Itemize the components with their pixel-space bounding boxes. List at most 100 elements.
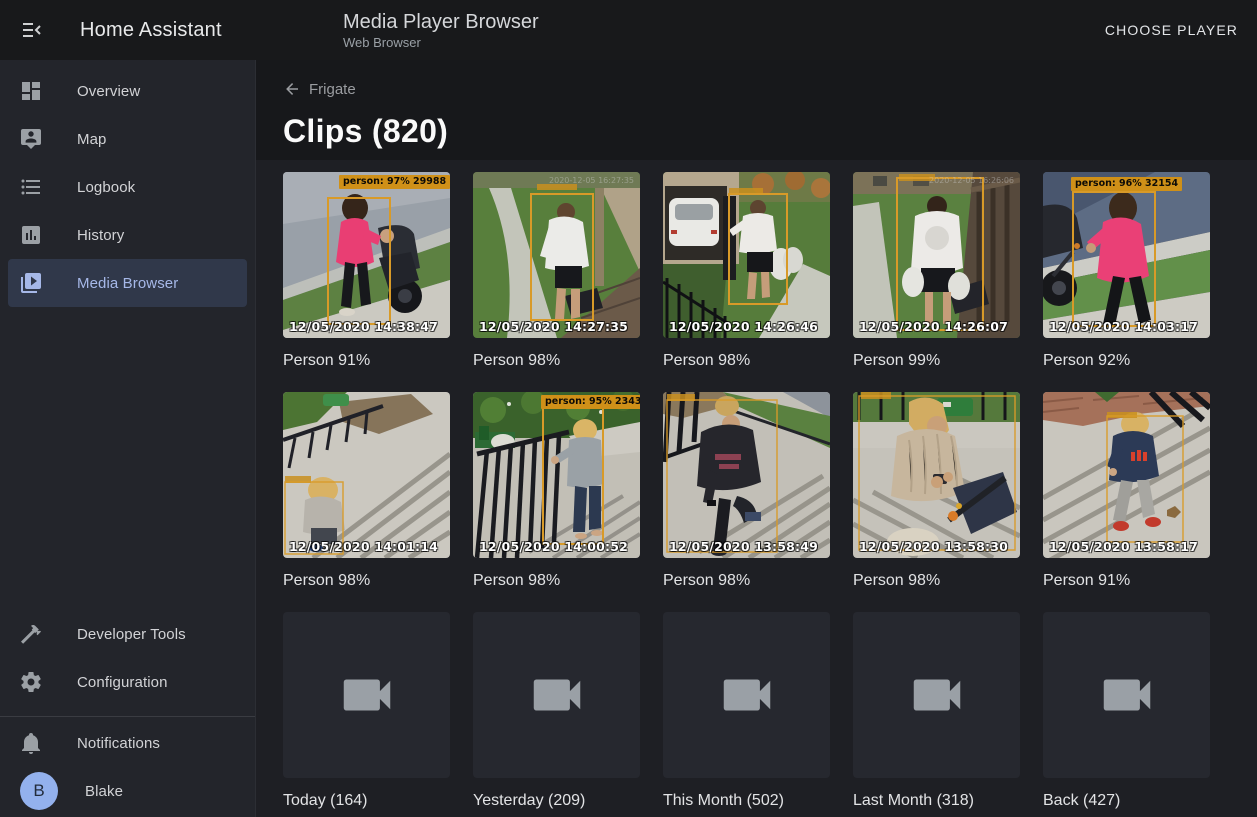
folder-thumbnail [473, 612, 640, 778]
avatar: B [20, 772, 58, 810]
folder-thumbnail [853, 612, 1020, 778]
clip-thumbnail: 12/05/2020 13:58:17 [1043, 392, 1210, 558]
folder-caption: Back (427) [1043, 791, 1210, 810]
folder-thumbnail [1043, 612, 1210, 778]
clip-scene-image [1043, 172, 1210, 338]
media-browser-header: Frigate Clips (820) [256, 60, 1257, 160]
folder-card-last-month[interactable]: Last Month (318) [853, 612, 1020, 810]
clips-grid: person: 97% 29988 12/05/2020 14:38:47 Pe… [256, 160, 1257, 810]
folder-card-back[interactable]: Back (427) [1043, 612, 1210, 810]
clip-caption: Person 98% [473, 571, 640, 590]
folder-caption: Yesterday (209) [473, 791, 640, 810]
camera-osd-text: 2020-12-05 16:27:35 [549, 176, 634, 185]
video-icon [526, 664, 588, 726]
clip-thumbnail: 2020-12-05 16:26:06 12/05/2020 14:26:07 [853, 172, 1020, 338]
folder-card-this-month[interactable]: This Month (502) [663, 612, 830, 810]
clip-timestamp: 12/05/2020 13:58:30 [859, 539, 1008, 554]
video-icon [906, 664, 968, 726]
gear-icon [19, 670, 43, 694]
clip-scene-image [1043, 392, 1210, 558]
app-header: Home Assistant Media Player Browser Web … [0, 0, 1257, 60]
clip-caption: Person 98% [663, 351, 830, 370]
clip-timestamp: 12/05/2020 14:00:52 [479, 539, 628, 554]
menu-open-icon[interactable] [20, 18, 44, 42]
clip-thumbnail: person: 97% 29988 12/05/2020 14:38:47 [283, 172, 450, 338]
sidebar-item-map[interactable]: Map [8, 115, 247, 163]
clip-scene-image [283, 172, 450, 338]
clip-card[interactable]: 12/05/2020 13:58:30 Person 98% [853, 392, 1020, 590]
panel-title-block: Media Player Browser Web Browser [343, 10, 539, 51]
sidebar-item-configuration[interactable]: Configuration [8, 658, 247, 706]
account-tooltip-icon [19, 127, 43, 151]
sidebar-item-media-browser[interactable]: Media Browser [8, 259, 247, 307]
folder-caption: Last Month (318) [853, 791, 1020, 810]
list-icon [19, 175, 43, 199]
clip-card[interactable]: person: 96% 32154 12/05/2020 14:03:17 Pe… [1043, 172, 1210, 370]
clip-thumbnail: 12/05/2020 14:26:46 [663, 172, 830, 338]
breadcrumb-label: Frigate [309, 81, 356, 98]
sidebar-item-history[interactable]: History [8, 211, 247, 259]
clip-scene-image [473, 392, 640, 558]
folder-caption: This Month (502) [663, 791, 830, 810]
media-browser-panel: Frigate Clips (820) [256, 60, 1257, 817]
clip-card[interactable]: 2020-12-05 16:26:06 12/05/2020 14:26:07 … [853, 172, 1020, 370]
panel-subtitle: Web Browser [343, 34, 539, 51]
clip-timestamp: 12/05/2020 14:03:17 [1049, 319, 1198, 334]
home-assistant-app: Home Assistant Media Player Browser Web … [0, 0, 1257, 817]
clip-card[interactable]: 2020-12-05 16:27:35 12/05/2020 14:27:35 … [473, 172, 640, 370]
folder-thumbnail [663, 612, 830, 778]
clip-card[interactable]: 12/05/2020 13:58:49 Person 98% [663, 392, 830, 590]
sidebar-item-logbook[interactable]: Logbook [8, 163, 247, 211]
breadcrumb-back[interactable]: Frigate [283, 80, 356, 98]
dashboard-icon [19, 79, 43, 103]
clip-card[interactable]: person: 97% 29988 12/05/2020 14:38:47 Pe… [283, 172, 450, 370]
clip-caption: Person 99% [853, 351, 1020, 370]
folder-thumbnail [283, 612, 450, 778]
clip-caption: Person 91% [1043, 571, 1210, 590]
panel-title: Media Player Browser [343, 10, 539, 34]
page-title: Clips (820) [283, 113, 1257, 150]
bell-icon [19, 731, 43, 755]
clip-caption: Person 91% [283, 351, 450, 370]
clip-scene-image [853, 172, 1020, 338]
clip-thumbnail: 2020-12-05 16:27:35 12/05/2020 14:27:35 [473, 172, 640, 338]
clip-card[interactable]: 12/05/2020 14:26:46 Person 98% [663, 172, 830, 370]
video-icon [1096, 664, 1158, 726]
clip-caption: Person 98% [473, 351, 640, 370]
clip-timestamp: 12/05/2020 13:58:49 [669, 539, 818, 554]
clip-thumbnail: person: 95% 23432 12/05/2020 14:00:52 [473, 392, 640, 558]
video-icon [716, 664, 778, 726]
clip-timestamp: 12/05/2020 14:26:07 [859, 319, 1008, 334]
clip-timestamp: 12/05/2020 14:38:47 [289, 319, 438, 334]
detection-label: person: 96% 32154 [1071, 177, 1182, 191]
clip-timestamp: 12/05/2020 14:27:35 [479, 319, 628, 334]
clip-caption: Person 98% [853, 571, 1020, 590]
folder-card-yesterday[interactable]: Yesterday (209) [473, 612, 640, 810]
sidebar-item-user[interactable]: B Blake [8, 767, 247, 815]
clip-timestamp: 12/05/2020 14:01:14 [289, 539, 438, 554]
sidebar: Overview Map Logbook History [0, 60, 256, 817]
sidebar-item-overview[interactable]: Overview [8, 67, 247, 115]
app-title: Home Assistant [80, 19, 222, 42]
arrow-left-icon [283, 80, 301, 98]
sidebar-header: Home Assistant [0, 18, 256, 42]
sidebar-item-developer-tools[interactable]: Developer Tools [8, 610, 247, 658]
clip-scene-image [663, 392, 830, 558]
clip-caption: Person 98% [663, 571, 830, 590]
media-grid-area: person: 97% 29988 12/05/2020 14:38:47 Pe… [256, 160, 1257, 817]
clip-thumbnail: person: 96% 32154 12/05/2020 14:03:17 [1043, 172, 1210, 338]
sidebar-divider [0, 716, 255, 717]
sidebar-item-notifications[interactable]: Notifications [8, 719, 247, 767]
choose-player-button[interactable]: CHOOSE PLAYER [1092, 12, 1251, 48]
clip-scene-image [473, 172, 640, 338]
folder-card-today[interactable]: Today (164) [283, 612, 450, 810]
chart-box-icon [19, 223, 43, 247]
clip-card[interactable]: person: 95% 23432 12/05/2020 14:00:52 Pe… [473, 392, 640, 590]
clip-card[interactable]: 12/05/2020 13:58:17 Person 91% [1043, 392, 1210, 590]
folder-caption: Today (164) [283, 791, 450, 810]
clip-card[interactable]: 12/05/2020 14:01:14 Person 98% [283, 392, 450, 590]
camera-osd-text: 2020-12-05 16:26:06 [929, 176, 1014, 185]
clip-thumbnail: 12/05/2020 13:58:30 [853, 392, 1020, 558]
clip-timestamp: 12/05/2020 14:26:46 [669, 319, 818, 334]
detection-label: person: 97% 29988 [339, 175, 450, 189]
